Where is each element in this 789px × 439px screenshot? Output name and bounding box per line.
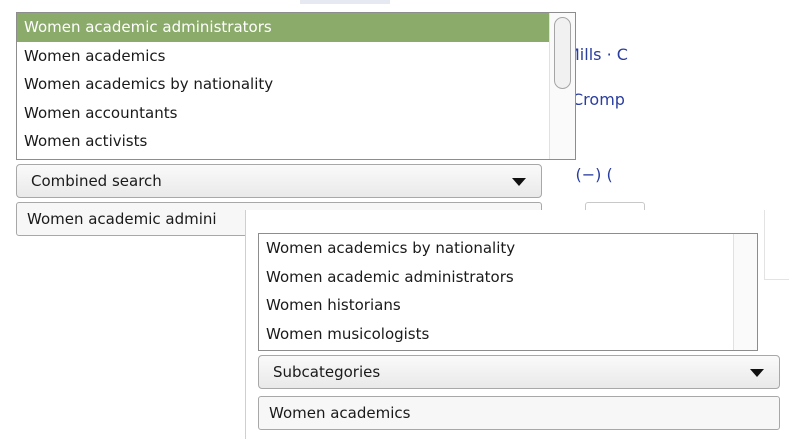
subcategories-side-panel: [764, 210, 789, 280]
background-link-cromp[interactable]: Cromp: [572, 90, 625, 109]
chevron-down-icon: [750, 369, 764, 377]
combined-scrollbar[interactable]: [549, 13, 575, 159]
combined-suggestion-3[interactable]: Women accountants: [17, 99, 575, 128]
subcategories-suggestions-list[interactable]: Women academics by nationality Women aca…: [258, 233, 758, 351]
subcategories-input[interactable]: Women academics: [258, 396, 780, 430]
combined-mode-dropdown[interactable]: Combined search: [16, 164, 542, 198]
combined-suggestions-list[interactable]: Women academic administrators Women acad…: [16, 12, 576, 160]
combined-scrollbar-thumb[interactable]: [554, 17, 571, 89]
subcategories-mode-label: Subcategories: [273, 363, 381, 381]
combined-mode-label: Combined search: [31, 172, 162, 190]
chevron-down-icon: [512, 178, 526, 186]
screen: Mills · C Cromp ugh (−) ( u u Women acad…: [0, 0, 789, 439]
subcategory-suggestion-0[interactable]: Women academics by nationality: [259, 234, 757, 263]
combined-suggestion-0[interactable]: Women academic administrators: [17, 13, 575, 42]
subcategory-suggestion-2[interactable]: Women historians: [259, 291, 757, 320]
combined-suggestion-4[interactable]: Women activists: [17, 127, 575, 156]
subcategories-mode-dropdown[interactable]: Subcategories: [258, 355, 780, 389]
combined-suggestion-1[interactable]: Women academics: [17, 42, 575, 71]
subcategories-scrollbar[interactable]: [733, 234, 757, 350]
subcategories-widget: Women academics by nationality Women aca…: [245, 210, 789, 439]
subcategory-suggestion-1[interactable]: Women academic administrators: [259, 263, 757, 292]
subcategory-suggestion-3[interactable]: Women musicologists: [259, 320, 757, 349]
combined-suggestion-2[interactable]: Women academics by nationality: [17, 70, 575, 99]
